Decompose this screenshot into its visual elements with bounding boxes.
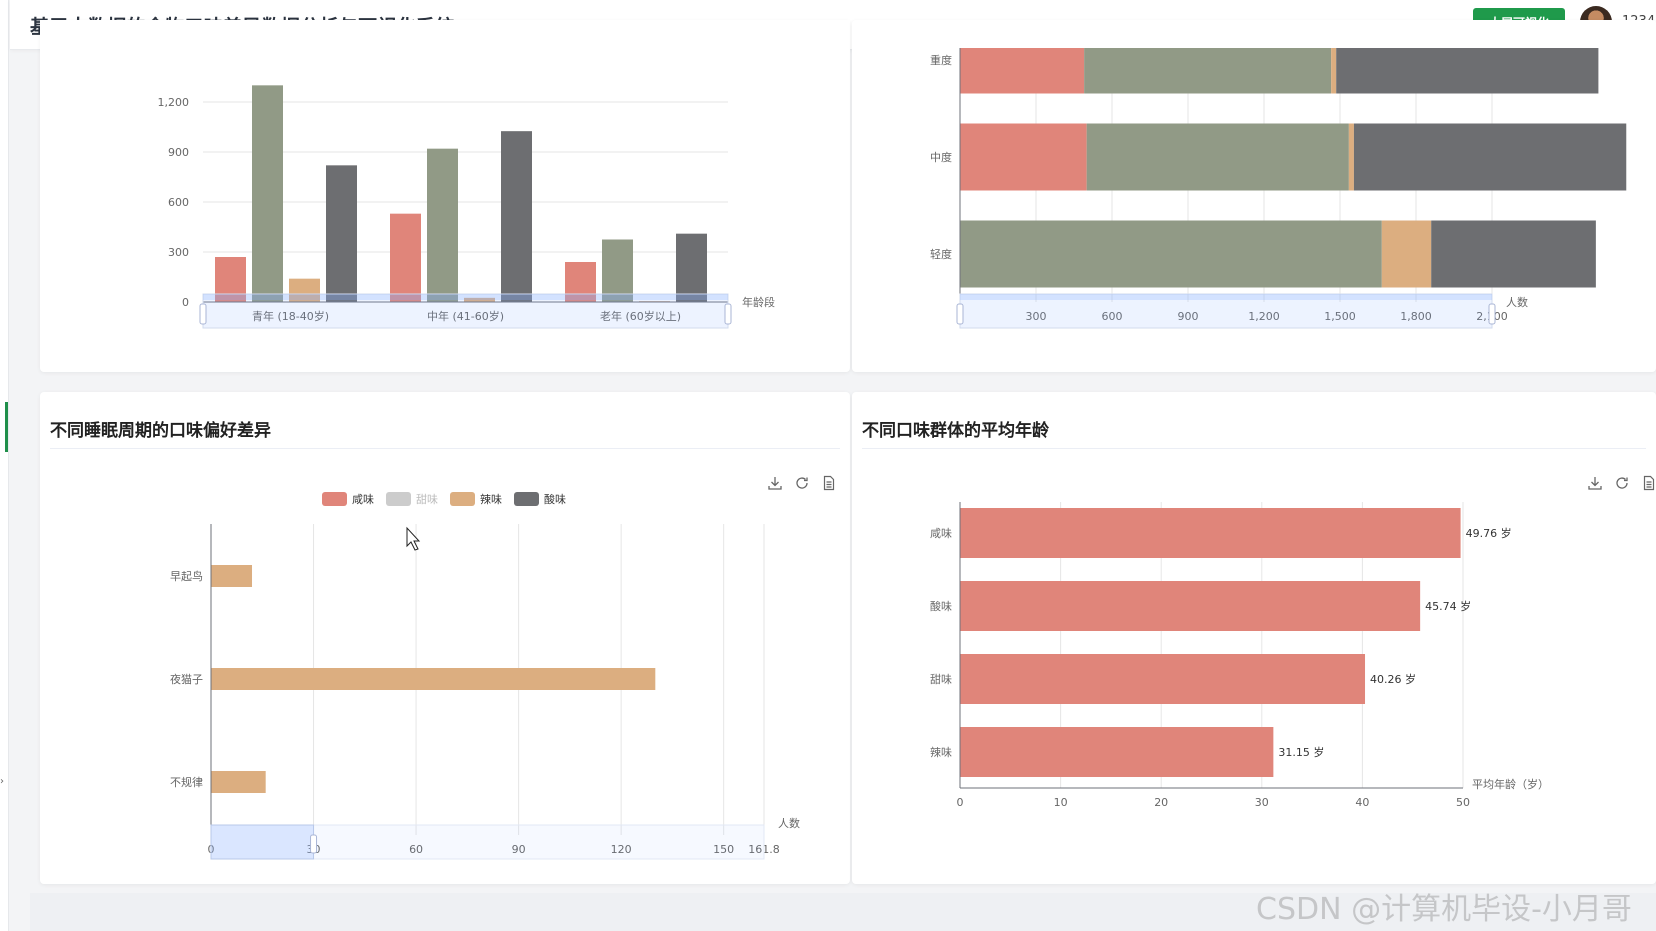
x-tick-label: 30 <box>1255 796 1269 809</box>
x-tick-label: 20 <box>1154 796 1168 809</box>
bar-辣味-2 <box>1381 220 1432 288</box>
bar-辣味-1 <box>211 668 656 690</box>
bar-avg-age-1 <box>960 581 1421 631</box>
bar-avg-age-0 <box>960 508 1461 558</box>
datazoom-handle-right <box>310 834 318 854</box>
bar-甜味-0 <box>252 85 283 302</box>
sidebar <box>0 0 9 931</box>
legend-label: 咸味 <box>352 493 374 506</box>
card-top-mask <box>40 20 850 50</box>
legend-label: 酸味 <box>544 492 566 506</box>
y-tick-label: 早起鸟 <box>170 569 203 583</box>
bar-甜味-1 <box>427 148 458 302</box>
data-label: 31.15 岁 <box>1278 745 1324 759</box>
y-tick-label: 甜味 <box>930 673 952 686</box>
bar-辣味-2 <box>211 771 266 793</box>
bar-avg-age-2 <box>960 654 1366 704</box>
mouse-cursor-icon <box>406 526 421 551</box>
chart-card-age-groups: 03006009001,200青年 (18-40岁)中年 (41-60岁)老年 … <box>40 20 850 372</box>
y-tick-label: 酸味 <box>930 599 952 613</box>
bar-辣味-1 <box>1348 123 1354 191</box>
x-axis-name: 人数 <box>1506 296 1528 309</box>
x-tick-label: 50 <box>1456 796 1470 809</box>
datazoom-handle-right <box>1488 303 1496 325</box>
bar-avg-age-3 <box>960 727 1274 777</box>
y-tick-label: 600 <box>168 196 189 209</box>
y-tick-label: 咸味 <box>930 527 952 540</box>
datazoom-window <box>210 824 315 860</box>
legend-swatch-酸味 <box>514 492 539 506</box>
severity-stacked-bar-chart: 03006009001,2001,5001,8002,100重度中度轻度人数 <box>930 48 1627 329</box>
x-axis-name: 年龄段 <box>742 295 775 309</box>
bar-甜味-0 <box>1084 48 1332 94</box>
y-tick-label: 辣味 <box>930 745 952 759</box>
x-axis-name: 平均年龄（岁） <box>1472 777 1549 791</box>
age-group-bar-chart: 03006009001,200青年 (18-40岁)中年 (41-60岁)老年 … <box>40 20 850 329</box>
legend-label: 甜味 <box>416 493 438 506</box>
bar-酸味-1 <box>1353 123 1627 191</box>
legend-swatch-甜味 <box>386 492 411 506</box>
datazoom-handle-left <box>199 303 207 325</box>
bar-酸味-0 <box>1336 48 1599 94</box>
legend-swatch-辣味 <box>450 492 475 506</box>
datazoom-handle-right <box>724 303 732 325</box>
data-label: 40.26 岁 <box>1370 672 1416 686</box>
y-tick-label: 0 <box>182 296 189 309</box>
y-tick-label: 300 <box>168 246 189 259</box>
bar-甜味-2 <box>602 239 633 302</box>
bar-甜味-1 <box>1086 123 1349 191</box>
bar-甜味-2 <box>960 220 1382 288</box>
x-tick-label: 0 <box>957 796 964 809</box>
chart-card-severity: 03006009001,2001,5001,8002,100重度中度轻度人数 <box>852 20 1656 372</box>
datazoom-bar <box>203 294 728 300</box>
y-tick-label: 夜猫子 <box>170 672 203 686</box>
y-tick-label: 重度 <box>930 53 952 67</box>
data-label: 45.74 岁 <box>1425 599 1471 613</box>
bar-酸味-2 <box>1431 220 1596 288</box>
watermark: CSDN @计算机毕设-小月哥 <box>1256 892 1632 927</box>
chart-card-avg-age: 不同口味群体的平均年龄 0 10 20 30 40 50 49.76 岁咸味 45.74 岁酸… <box>852 392 1656 884</box>
datazoom-handle-left <box>956 303 964 325</box>
y-tick-label: 轻度 <box>930 247 952 261</box>
y-tick-label: 不规律 <box>170 775 203 789</box>
x-tick-label: 10 <box>1054 796 1068 809</box>
bar-咸味-1 <box>390 213 421 302</box>
y-tick-label: 中度 <box>930 150 952 164</box>
chart-card-sleep: 不同睡眠周期的口味偏好差异 咸味甜味辣味酸味0306090120150161.8… <box>40 392 850 884</box>
datazoom-bar <box>960 294 1492 300</box>
x-tick-label: 40 <box>1355 796 1369 809</box>
y-tick-label: 1,200 <box>158 96 190 109</box>
bar-咸味-0 <box>960 48 1085 94</box>
legend-swatch-咸味 <box>322 492 347 506</box>
data-label: 49.76 岁 <box>1466 526 1512 540</box>
sleep-cycle-bar-chart: 咸味甜味辣味酸味0306090120150161.8早起鸟夜猫子不规律人数 <box>170 492 800 860</box>
bar-酸味-1 <box>501 131 532 302</box>
average-age-bar-chart: 0 10 20 30 40 50 49.76 岁 咸味 45.74 岁 酸味 40.26 岁 甜味 31… <box>930 502 1549 809</box>
sidebar-expand-icon[interactable]: › <box>0 776 4 787</box>
bar-咸味-1 <box>960 123 1087 191</box>
legend-label: 辣味 <box>480 492 502 506</box>
x-axis-name: 人数 <box>778 817 800 830</box>
bar-辣味-0 <box>211 565 253 587</box>
y-tick-label: 900 <box>168 146 189 159</box>
bar-酸味-0 <box>326 165 357 302</box>
sidebar-active-indicator <box>5 402 8 452</box>
bar-辣味-0 <box>1331 48 1337 94</box>
bar-酸味-2 <box>676 233 707 302</box>
